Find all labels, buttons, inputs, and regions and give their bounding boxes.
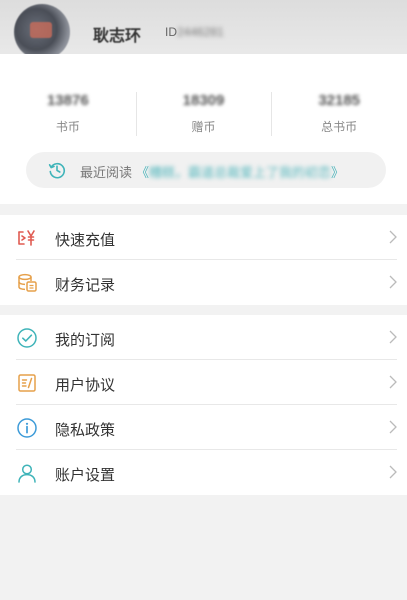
chevron-right-icon bbox=[389, 465, 397, 479]
user-id-value: 2446281 bbox=[177, 25, 224, 39]
stat-total-coins[interactable]: 32185 总书币 bbox=[271, 90, 407, 138]
menu-group-finance: 快速充值 财务记录 bbox=[0, 215, 407, 305]
recent-reading-bar[interactable]: 最近阅读 《糟糕，霸道总裁爱上了我的初恋》 bbox=[26, 152, 386, 188]
profile-header: 耿志环 ID2446281 bbox=[0, 0, 407, 54]
history-clock-icon bbox=[48, 162, 66, 179]
recent-book-title[interactable]: 《糟糕，霸道总裁爱上了我的初恋》 bbox=[136, 162, 344, 181]
chevron-right-icon bbox=[389, 275, 397, 289]
coin-stack-icon bbox=[18, 273, 37, 292]
menu-label: 用户协议 bbox=[55, 377, 116, 394]
menu-group-account: 我的订阅 用户协议 隐私政策 账户设置 bbox=[0, 315, 407, 495]
menu-item-subscriptions[interactable]: 我的订阅 bbox=[0, 315, 407, 360]
recent-reading-label: 最近阅读 bbox=[80, 165, 133, 180]
title-bracket-open: 《 bbox=[136, 165, 150, 180]
menu-item-privacy-policy[interactable]: 隐私政策 bbox=[0, 405, 407, 450]
menu-item-finance-records[interactable]: 财务记录 bbox=[0, 260, 407, 305]
stat-value: 13876 bbox=[46, 92, 89, 109]
stat-value: 18309 bbox=[182, 92, 225, 109]
menu-label: 我的订阅 bbox=[55, 332, 116, 349]
stat-label: 赠币 bbox=[191, 120, 216, 134]
chevron-right-icon bbox=[389, 330, 397, 344]
recent-book-title-text: 糟糕，霸道总裁爱上了我的初恋 bbox=[149, 165, 332, 180]
document-icon bbox=[18, 374, 36, 392]
check-circle-icon bbox=[17, 328, 37, 348]
chevron-right-icon bbox=[389, 230, 397, 244]
menu-label: 快速充值 bbox=[55, 232, 116, 249]
user-id: ID2446281 bbox=[165, 25, 224, 39]
menu-item-recharge[interactable]: 快速充值 bbox=[0, 215, 407, 260]
stat-label: 书币 bbox=[55, 120, 80, 134]
chevron-right-icon bbox=[389, 420, 397, 434]
menu-item-account-settings[interactable]: 账户设置 bbox=[0, 450, 407, 495]
stat-value: 32185 bbox=[318, 92, 361, 109]
info-circle-icon bbox=[17, 418, 37, 438]
user-name: 耿志环 bbox=[93, 28, 142, 45]
stats-card: 13876 书币 18309 赠币 32185 总书币 最近阅读 《糟糕，霸道总… bbox=[0, 54, 407, 204]
user-icon bbox=[18, 464, 36, 483]
menu-label: 账户设置 bbox=[55, 467, 116, 484]
stats-row: 13876 书币 18309 赠币 32185 总书币 bbox=[0, 90, 407, 138]
stat-label: 总书币 bbox=[321, 120, 358, 134]
user-id-prefix: ID bbox=[165, 25, 177, 39]
chevron-right-icon bbox=[389, 375, 397, 389]
stat-gift-coins[interactable]: 18309 赠币 bbox=[135, 90, 272, 138]
stat-book-coins[interactable]: 13876 书币 bbox=[0, 90, 136, 138]
menu-label: 隐私政策 bbox=[55, 422, 116, 439]
yen-recharge-icon bbox=[18, 230, 35, 246]
menu-label: 财务记录 bbox=[55, 277, 116, 294]
avatar[interactable] bbox=[14, 4, 70, 54]
menu-item-user-agreement[interactable]: 用户协议 bbox=[0, 360, 407, 405]
title-bracket-close: 》 bbox=[331, 165, 345, 180]
